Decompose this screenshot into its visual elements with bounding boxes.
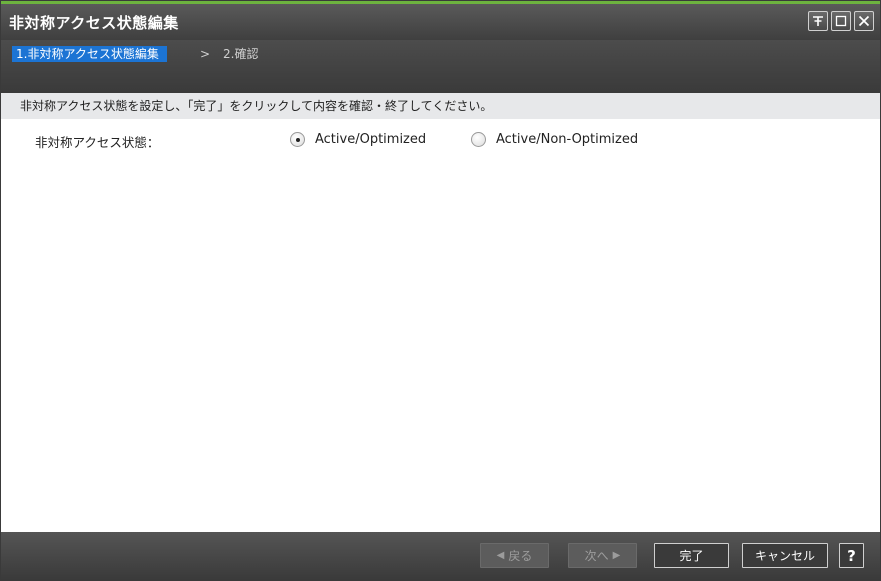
wizard-step-separator: > [200,47,211,61]
radio-label-active-non-optimized: Active/Non-Optimized [496,132,639,147]
arrow-right-icon: ▶ [612,550,621,561]
next-button[interactable]: 次へ ▶ [568,543,637,568]
maximize-button[interactable] [831,11,851,31]
title-bar: 非対称アクセス状態編集 [1,4,880,40]
back-button[interactable]: ◀ 戻る [480,543,549,568]
window-controls [808,11,874,31]
dialog-title: 非対称アクセス状態編集 [9,14,179,32]
dialog-window: 非対称アクセス状態編集 1.非対称アクセス状態編集 > 2.確認 非対称アクセス… [0,0,881,581]
radio-checked-icon[interactable] [290,132,305,147]
radio-unchecked-icon[interactable] [471,132,486,147]
next-button-label: 次へ [584,549,609,563]
footer-bar: ◀ 戻る 次へ ▶ 完了 キャンセル ? [1,532,880,580]
pin-icon [813,16,823,26]
instructions-text: 非対称アクセス状態を設定し、「完了」をクリックして内容を確認・終了してください。 [1,93,880,119]
wizard-step-current: 1.非対称アクセス状態編集 [12,46,167,62]
wizard-steps: 1.非対称アクセス状態編集 > 2.確認 [1,40,880,93]
help-button[interactable]: ? [839,543,864,568]
wizard-step-next: 2.確認 [223,47,259,61]
radio-active-non-optimized[interactable]: Active/Non-Optimized [471,132,638,147]
asymmetric-access-state-label: 非対称アクセス状態： [35,135,160,150]
arrow-left-icon: ◀ [496,550,505,561]
close-icon [858,15,870,27]
close-button[interactable] [854,11,874,31]
cancel-button[interactable]: キャンセル [742,543,828,568]
radio-label-active-optimized: Active/Optimized [315,132,427,147]
finish-button-label: 完了 [679,549,704,563]
finish-button[interactable]: 完了 [654,543,729,568]
back-button-label: 戻る [508,549,533,563]
cancel-button-label: キャンセル [754,549,815,563]
help-icon: ? [847,546,856,565]
radio-active-optimized[interactable]: Active/Optimized [290,132,426,147]
maximize-icon [835,15,847,27]
pin-button[interactable] [808,11,828,31]
